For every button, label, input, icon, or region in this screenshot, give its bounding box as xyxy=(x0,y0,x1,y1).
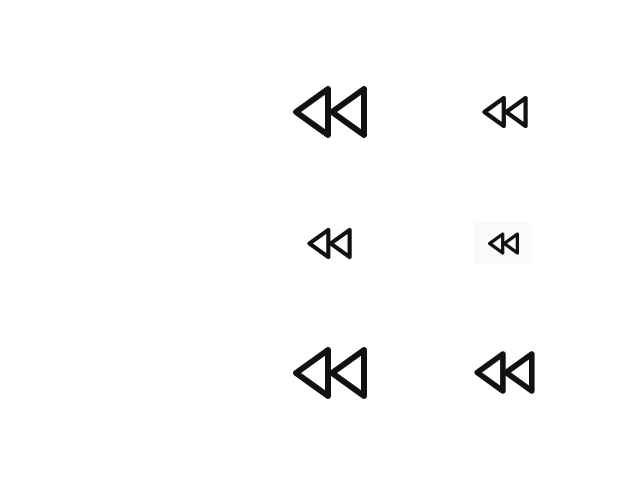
rewind-icon xyxy=(488,232,519,255)
rewind-icon xyxy=(482,95,528,129)
rewind-icon xyxy=(292,345,368,401)
rewind-icon xyxy=(292,84,368,140)
icon-canvas xyxy=(0,0,640,480)
rewind-icon xyxy=(474,350,535,395)
rewind-icon xyxy=(307,227,352,260)
